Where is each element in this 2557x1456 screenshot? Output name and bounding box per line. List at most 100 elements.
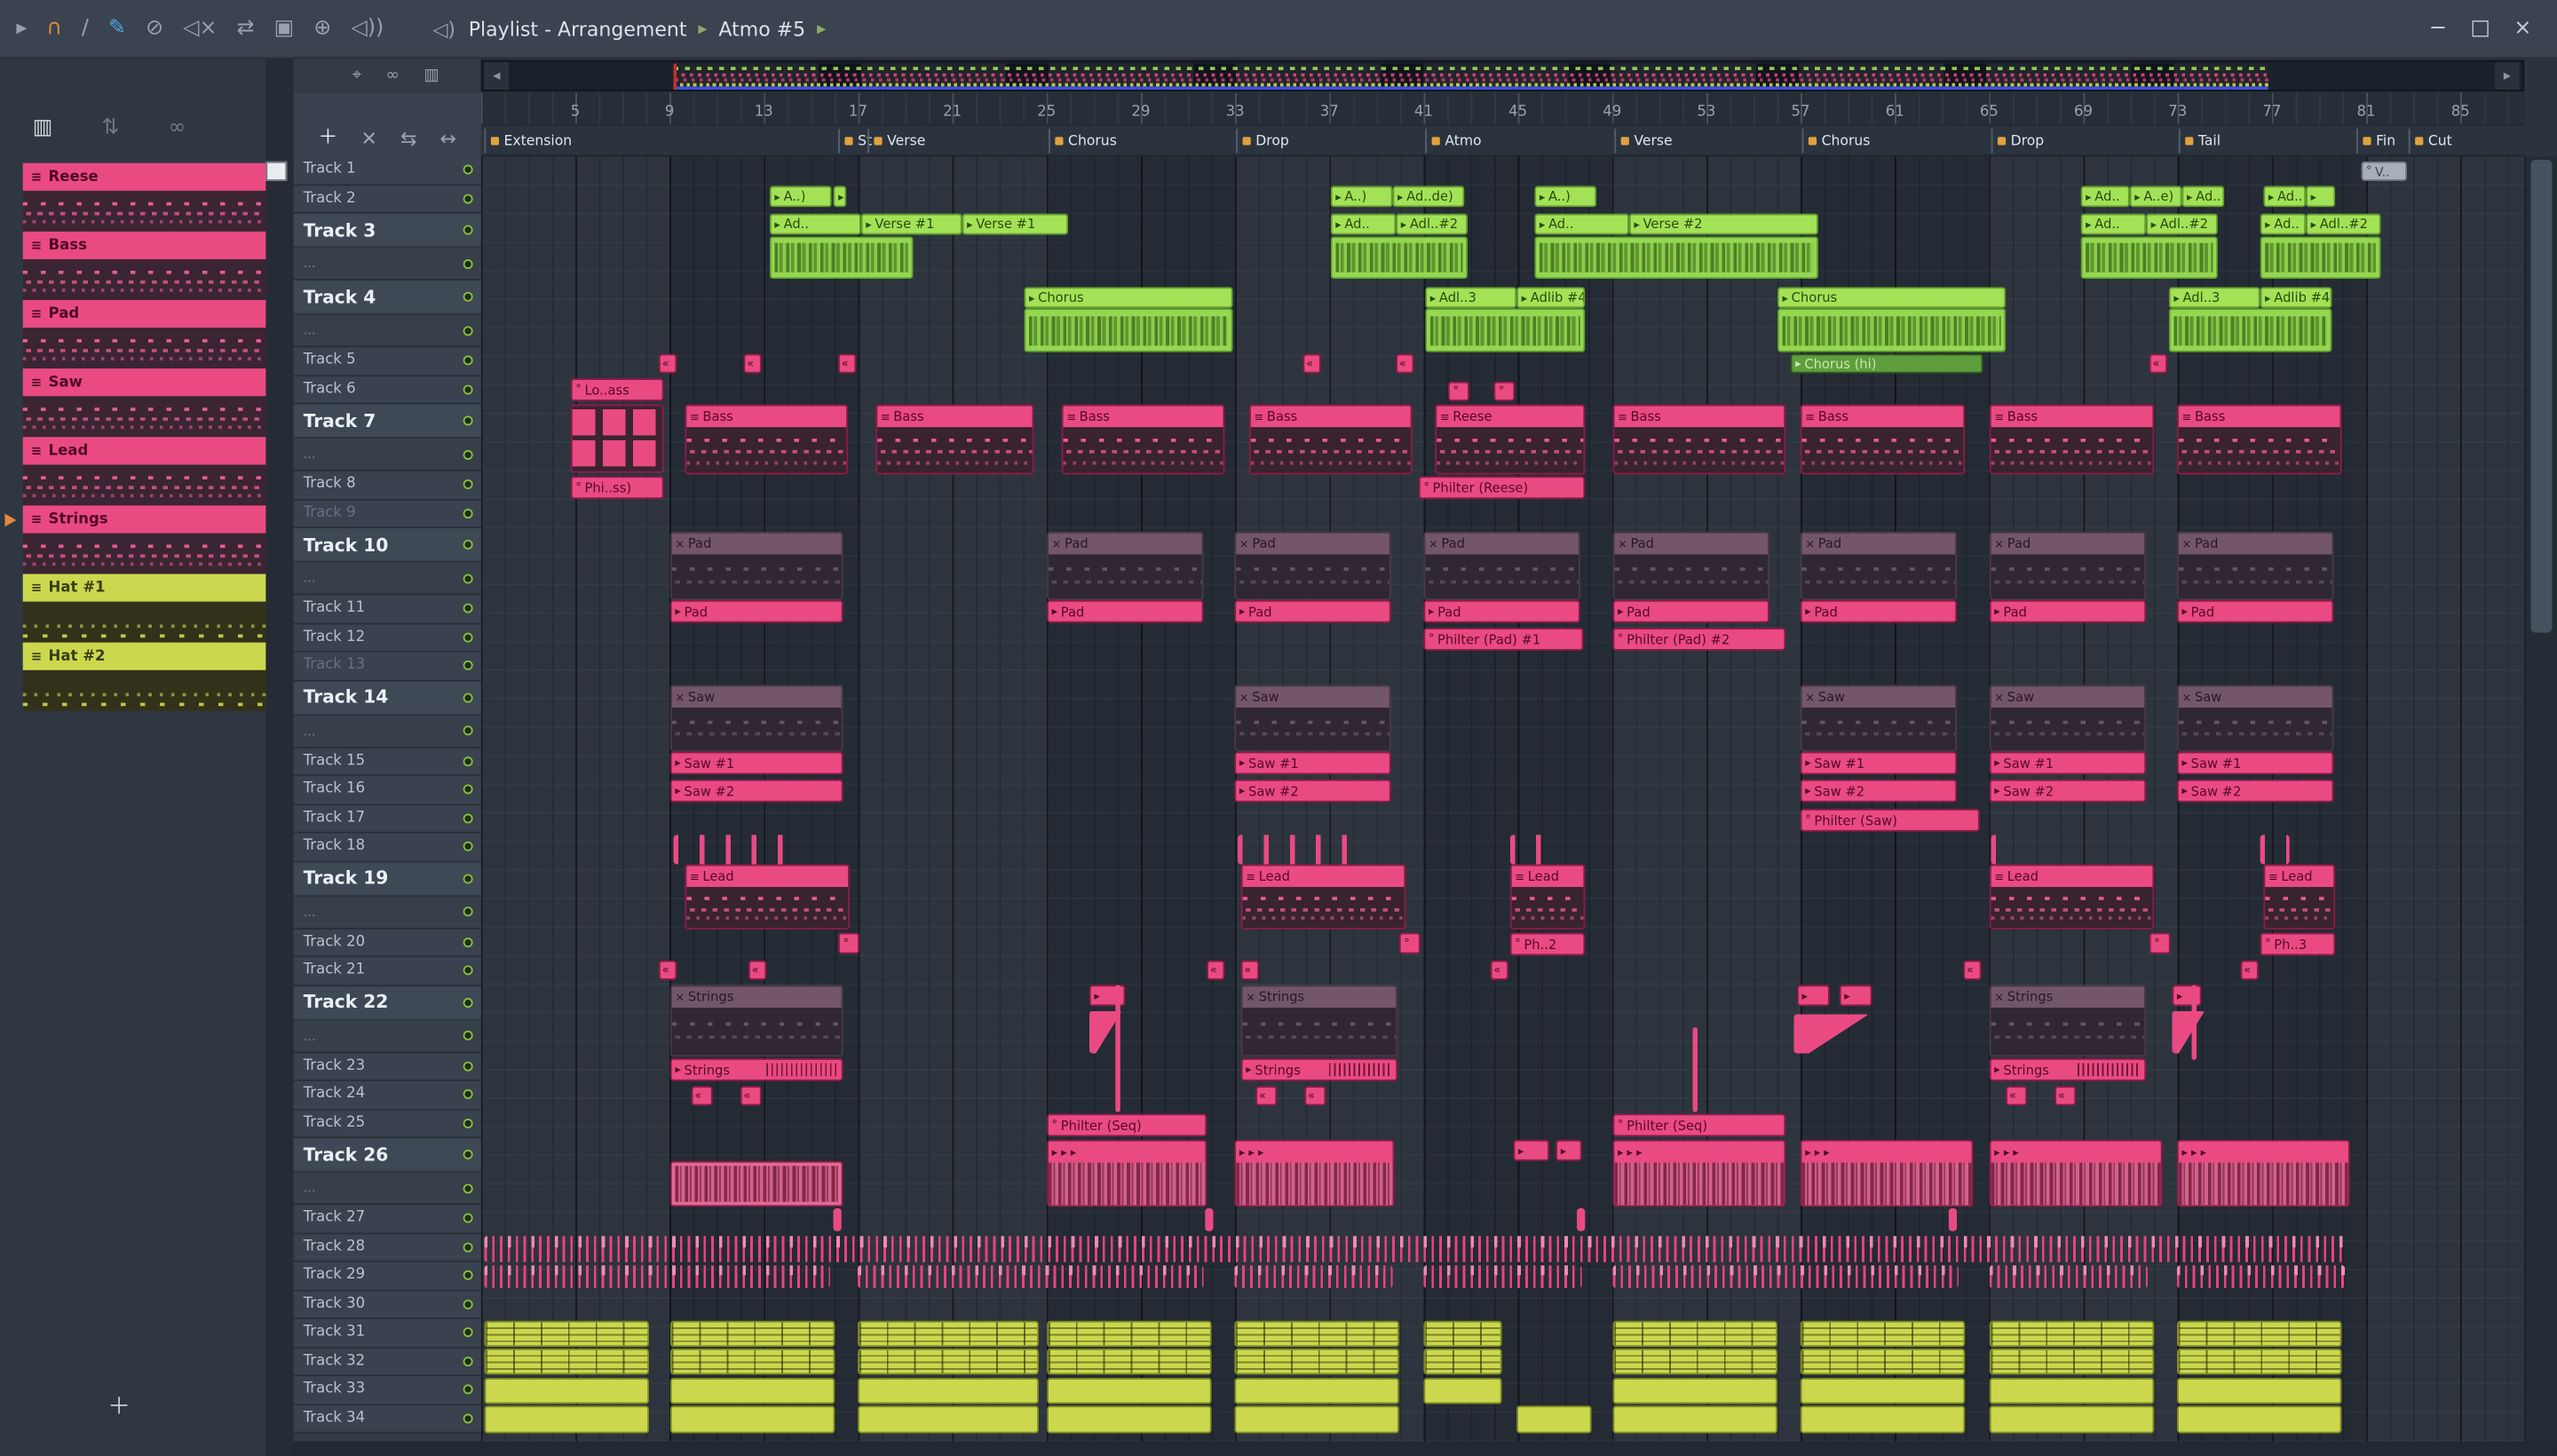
track-header-track-10[interactable]: Track 10 bbox=[293, 528, 481, 563]
pattern-clip-header[interactable]: ▸ Saw #1 bbox=[1989, 751, 2147, 775]
audio-clip-waveform[interactable] bbox=[1330, 236, 1468, 280]
pattern-clip[interactable]: ≡ Lead bbox=[685, 864, 850, 930]
hat-pattern-clip[interactable] bbox=[669, 1320, 835, 1348]
track-led[interactable] bbox=[463, 573, 473, 583]
muted-pattern-clip[interactable]: × Pad bbox=[669, 531, 843, 600]
track-header-track-6[interactable]: Track 6 bbox=[293, 376, 481, 405]
muted-pattern-clip[interactable]: × Saw bbox=[669, 684, 843, 752]
muted-pattern-clip[interactable]: × Pad bbox=[1234, 531, 1391, 600]
track-header-track-9[interactable]: Track 9 bbox=[293, 499, 481, 529]
audio-clip-waveform[interactable] bbox=[1425, 308, 1586, 352]
hat-audio-clip[interactable] bbox=[669, 1405, 835, 1434]
hat-audio-clip[interactable] bbox=[858, 1405, 1039, 1434]
headphones-icon[interactable]: ∩ bbox=[46, 16, 61, 41]
track-header-track-32[interactable]: Track 32 bbox=[293, 1348, 481, 1377]
audio-clip-waveform[interactable] bbox=[1777, 308, 2007, 352]
track-header-track-16[interactable]: Track 16 bbox=[293, 776, 481, 805]
automation-clip[interactable]: ° Philter (Saw) bbox=[1800, 809, 1980, 832]
audio-clip[interactable]: ▸ bbox=[833, 186, 847, 208]
track-header-track-21[interactable]: Track 21 bbox=[293, 957, 481, 986]
collapsed-track-row[interactable]: ... bbox=[293, 715, 481, 748]
track-led[interactable] bbox=[463, 661, 473, 671]
track-led[interactable] bbox=[463, 997, 473, 1008]
track-header-track-8[interactable]: Track 8 bbox=[293, 471, 481, 500]
stretch-tool-button[interactable]: ↔ bbox=[440, 127, 456, 150]
pattern-clip[interactable]: ≡ Bass bbox=[685, 404, 849, 475]
hat-pattern-clip[interactable] bbox=[1800, 1320, 1966, 1348]
audio-clip[interactable]: ▸ Adlib #4 bbox=[2260, 287, 2332, 309]
mini-clip[interactable]: « bbox=[1490, 960, 1508, 980]
note-bar[interactable] bbox=[2191, 985, 2197, 1060]
track-led[interactable] bbox=[463, 1213, 473, 1223]
drum-tick-row[interactable] bbox=[2176, 1265, 2346, 1288]
track-led[interactable] bbox=[463, 508, 473, 518]
note-bars[interactable] bbox=[1991, 835, 2007, 865]
marker-atmo[interactable]: Atmo bbox=[1425, 129, 1486, 154]
track-header-track-18[interactable]: Track 18 bbox=[293, 833, 481, 862]
deny-tool-icon[interactable]: ⊘ bbox=[146, 16, 163, 41]
marker-chorus[interactable]: Chorus bbox=[1048, 129, 1121, 154]
swap-tool-icon[interactable]: ⇄ bbox=[237, 16, 255, 41]
mini-clip[interactable]: « bbox=[1396, 353, 1414, 374]
audio-clip-waveform[interactable] bbox=[2080, 236, 2218, 280]
note-bars[interactable] bbox=[1238, 835, 1368, 865]
strings-audio-clip[interactable]: ▸ Strings bbox=[1240, 1058, 1398, 1081]
pink-audio-clip[interactable]: ▸ ▸ ▸ bbox=[1047, 1139, 1207, 1207]
scroll-right-arrow[interactable]: ▸ bbox=[2495, 61, 2520, 91]
audio-clip-waveform[interactable] bbox=[1534, 236, 1818, 280]
hat-audio-clip[interactable] bbox=[1423, 1378, 1502, 1405]
pattern-clip[interactable]: ≡ Lead bbox=[1240, 864, 1406, 930]
audio-clip[interactable]: ▸ Ad.. bbox=[1330, 213, 1397, 235]
hat-audio-clip[interactable] bbox=[484, 1378, 650, 1405]
scrollbar-thumb[interactable] bbox=[2530, 159, 2553, 633]
audio-clip[interactable]: ▸ A..) bbox=[1534, 186, 1597, 208]
pattern-clip-header[interactable]: ▸ Saw #2 bbox=[1989, 779, 2147, 803]
pattern-clip-header[interactable]: ▸ Pad bbox=[1047, 599, 1204, 623]
mini-clip[interactable]: « bbox=[1304, 1086, 1326, 1106]
muted-pattern-clip[interactable]: × Saw bbox=[1989, 684, 2147, 752]
audio-clip[interactable]: ▸ Ad.. bbox=[2080, 213, 2147, 235]
marker-verse[interactable]: Verse bbox=[1614, 129, 1677, 154]
hat-audio-clip[interactable] bbox=[1612, 1378, 1778, 1405]
strings-audio-clip[interactable]: ▸ Strings bbox=[1989, 1058, 2147, 1081]
mini-clip[interactable]: « bbox=[740, 1086, 762, 1106]
audio-clip[interactable]: ▸ Adl..#2 bbox=[1396, 213, 1468, 235]
muted-pattern-clip[interactable]: × Saw bbox=[1234, 684, 1391, 752]
mini-clip[interactable]: « bbox=[659, 353, 677, 374]
track-led[interactable] bbox=[463, 725, 473, 736]
pattern-clip-header[interactable]: ▸ bbox=[1839, 985, 1872, 1007]
track-led[interactable] bbox=[463, 1118, 473, 1128]
hat-pattern-clip[interactable] bbox=[858, 1320, 1039, 1348]
pattern-clip-header[interactable]: ▸ Saw #1 bbox=[1234, 751, 1391, 775]
muted-pattern-clip[interactable]: × Pad bbox=[1047, 531, 1204, 600]
pattern-clip-header[interactable]: ▸ Saw #2 bbox=[1234, 779, 1391, 803]
hat-pattern-clip[interactable] bbox=[1612, 1348, 1778, 1375]
track-led[interactable] bbox=[463, 291, 473, 302]
pattern-clip[interactable]: ≡ Lead bbox=[2263, 864, 2336, 930]
pattern-item-saw[interactable]: ≡ Saw bbox=[22, 368, 266, 438]
track-led[interactable] bbox=[463, 355, 473, 366]
marker-fin[interactable]: Fin bbox=[2356, 129, 2401, 154]
automation-clip[interactable]: ° bbox=[1447, 381, 1469, 401]
pattern-clip-header[interactable]: ▸ bbox=[1556, 1139, 1582, 1161]
drum-tick-row[interactable] bbox=[1423, 1265, 1582, 1288]
pattern-item-strings[interactable]: ≡ Strings bbox=[4, 505, 266, 574]
pattern-clip-header[interactable]: ▸ bbox=[1513, 1139, 1549, 1161]
hat-pattern-clip[interactable] bbox=[1800, 1348, 1966, 1375]
track-led[interactable] bbox=[463, 1327, 473, 1338]
pattern-clip-header[interactable]: ▸ Saw #2 bbox=[669, 779, 843, 803]
pattern-clip[interactable]: ≡ Bass bbox=[875, 404, 1034, 475]
track-led[interactable] bbox=[463, 415, 473, 426]
overview-strip[interactable] bbox=[673, 63, 2268, 91]
marker-chorus[interactable]: Chorus bbox=[1801, 129, 1875, 154]
mini-clip[interactable]: « bbox=[1207, 960, 1225, 980]
pink-audio-clip[interactable]: ▸ ▸ ▸ bbox=[1800, 1139, 1974, 1207]
track-led[interactable] bbox=[463, 873, 473, 883]
collapsed-track-row[interactable]: ... bbox=[293, 1019, 481, 1053]
track-header-track-34[interactable]: Track 34 bbox=[293, 1405, 481, 1434]
track-header-track-31[interactable]: Track 31 bbox=[293, 1318, 481, 1349]
track-led[interactable] bbox=[463, 842, 473, 852]
marker-drop[interactable]: Drop bbox=[1236, 129, 1294, 154]
pattern-clip[interactable]: ≡ Reese bbox=[1435, 404, 1586, 475]
audio-clip[interactable]: ▸ Verse #2 bbox=[1628, 213, 1818, 235]
